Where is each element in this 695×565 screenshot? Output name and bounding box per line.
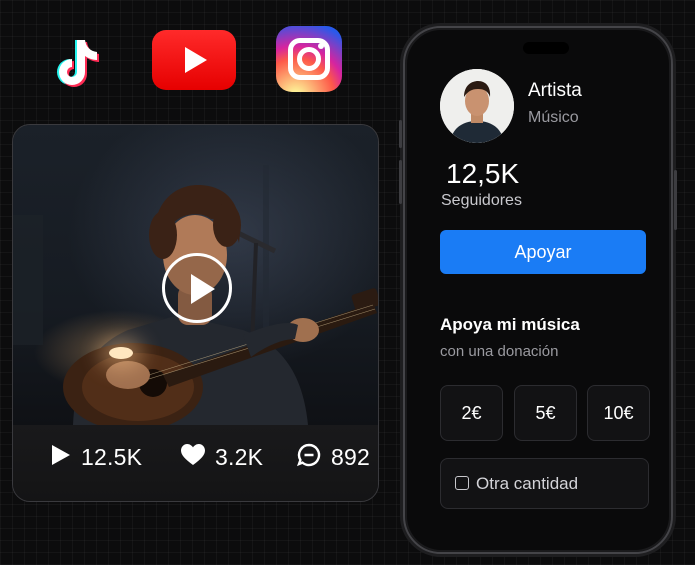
instagram-icon[interactable] xyxy=(276,26,342,92)
artist-name: Artista xyxy=(528,80,582,101)
donation-subtitle: con una donación xyxy=(440,343,559,360)
video-card[interactable]: 12.5K 3.2K 892 xyxy=(12,124,379,502)
youtube-play-icon xyxy=(185,47,207,73)
support-button[interactable]: Apoyar xyxy=(440,230,646,274)
phone-notch xyxy=(523,42,569,54)
other-amount-option[interactable]: Otra cantidad xyxy=(440,458,649,509)
tiktok-icon[interactable] xyxy=(44,30,108,94)
comment-icon xyxy=(296,443,321,472)
other-amount-label: Otra cantidad xyxy=(476,474,579,493)
play-count-icon xyxy=(51,444,71,471)
comments-count: 892 xyxy=(331,443,370,470)
youtube-icon[interactable] xyxy=(152,30,236,90)
phone-side-button xyxy=(399,120,402,148)
play-icon xyxy=(191,274,215,304)
likes-count: 3.2K xyxy=(215,443,264,470)
followers-count: 12,5K xyxy=(446,158,520,189)
followers-label: Seguidores xyxy=(441,192,522,209)
other-amount-checkbox[interactable] xyxy=(455,476,469,490)
phone-side-button xyxy=(399,160,402,204)
plays-stat: 12.5K xyxy=(51,443,142,471)
likes-stat[interactable]: 3.2K xyxy=(181,443,263,471)
plays-count: 12.5K xyxy=(81,443,143,470)
heart-icon xyxy=(181,443,205,471)
social-icons-row xyxy=(0,26,360,98)
avatar[interactable] xyxy=(440,69,514,143)
donation-title: Apoya mi música xyxy=(440,315,580,334)
phone-side-button xyxy=(674,170,677,230)
comments-stat[interactable]: 892 xyxy=(296,443,370,472)
play-button[interactable] xyxy=(162,253,232,323)
donation-amount-option[interactable]: 10€ xyxy=(587,385,650,441)
artist-role: Músico xyxy=(528,109,579,126)
donation-amount-option[interactable]: 2€ xyxy=(440,385,503,441)
donation-amount-option[interactable]: 5€ xyxy=(514,385,577,441)
